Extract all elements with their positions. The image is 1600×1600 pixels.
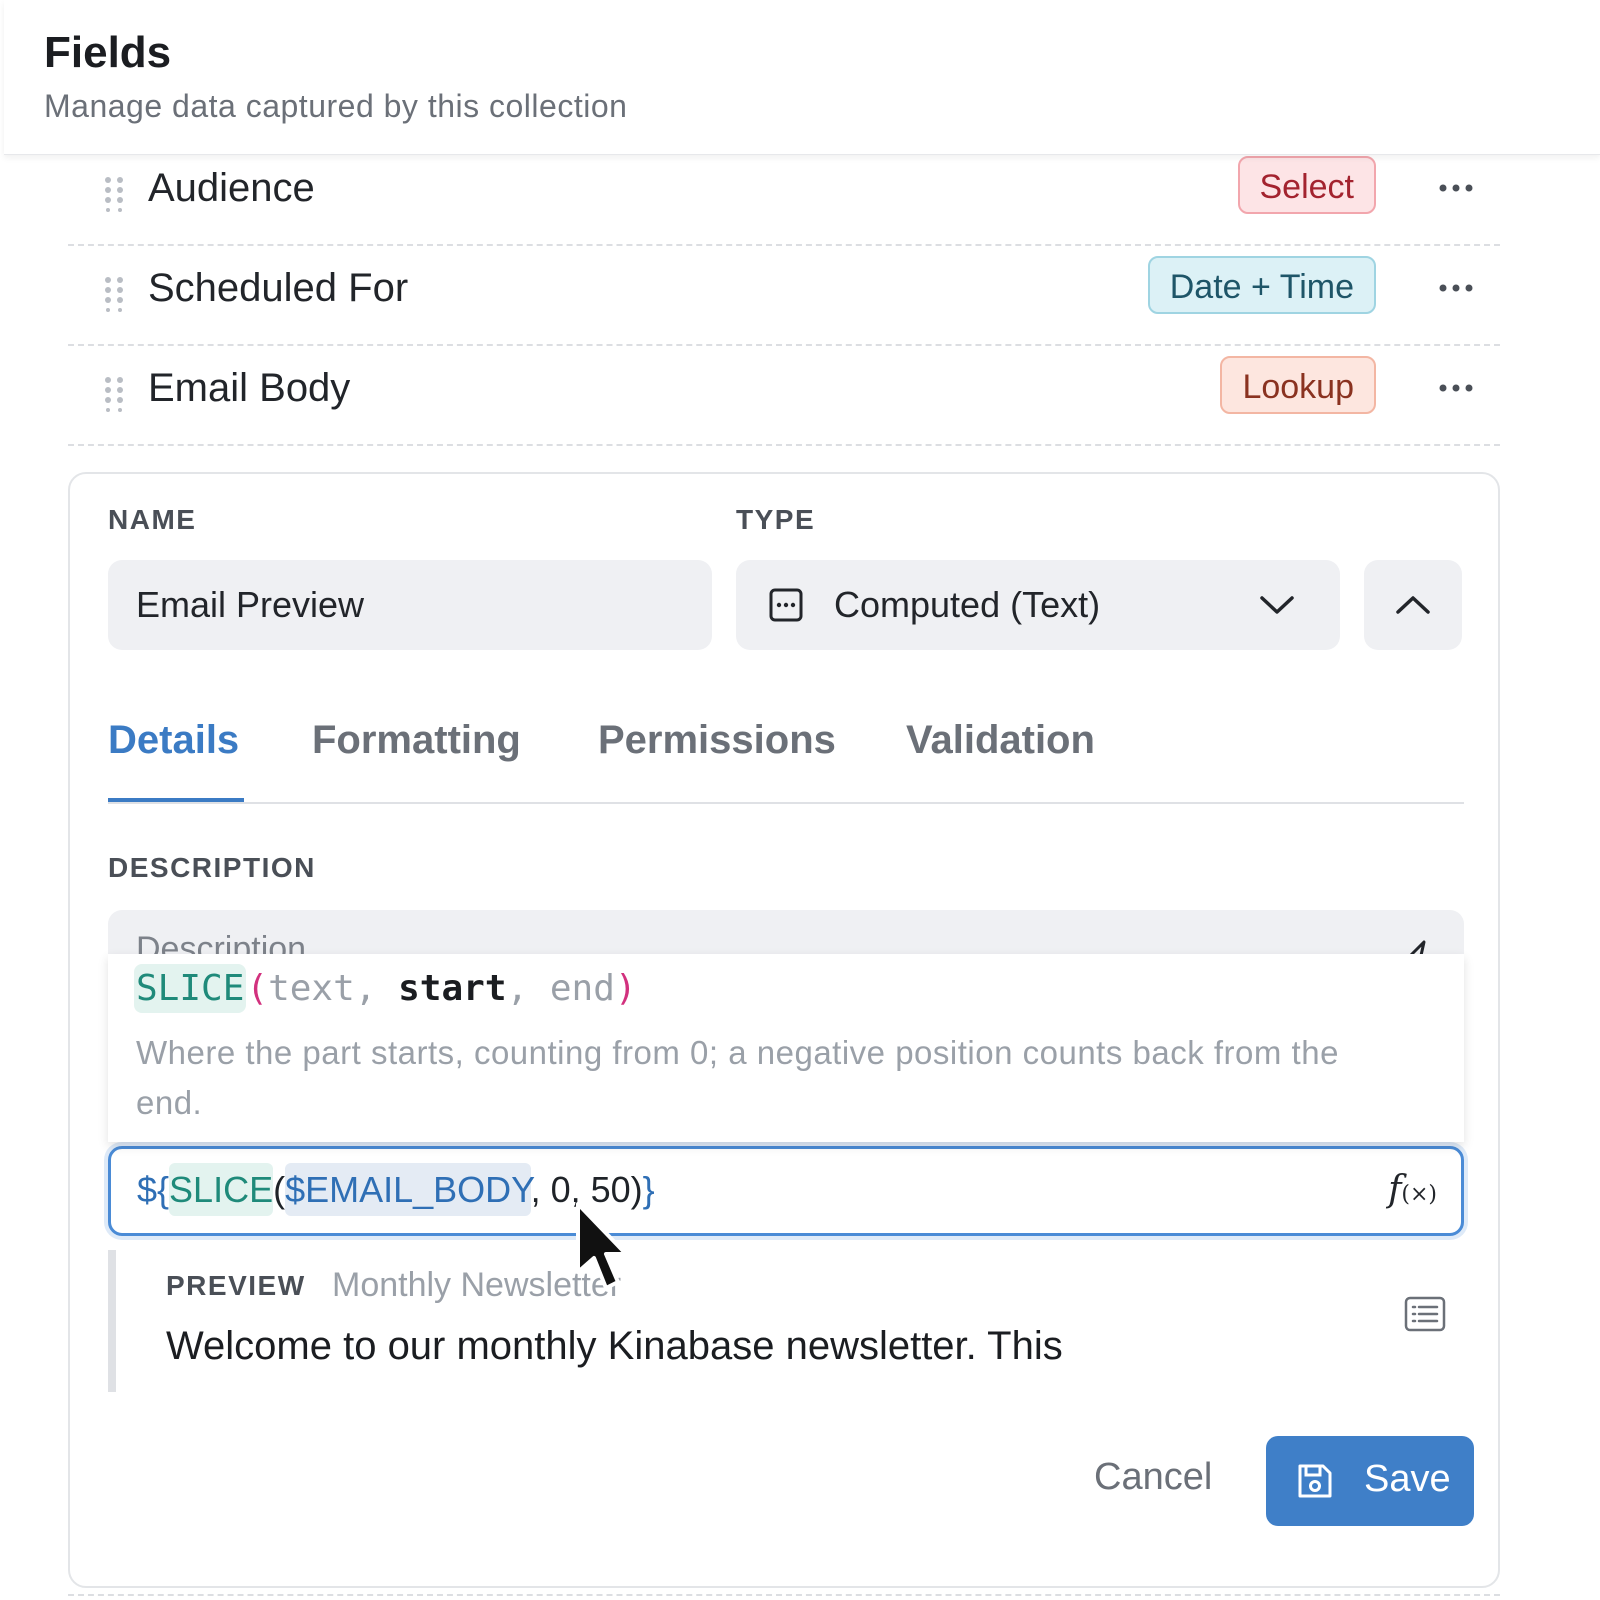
tab-formatting[interactable]: Formatting: [312, 718, 521, 763]
formula-prefix: ${: [137, 1169, 170, 1210]
field-row-email-body[interactable]: Email Body Lookup: [68, 346, 1500, 446]
field-type-badge: Lookup: [1220, 356, 1376, 414]
field-type-select[interactable]: Computed (Text): [736, 560, 1340, 650]
preview-panel: PREVIEW Monthly Newsletter Welcome to ou…: [108, 1250, 1472, 1392]
save-icon: [1298, 1464, 1332, 1498]
fx-icon[interactable]: f(×): [1388, 1169, 1437, 1210]
formula-function: SLICE: [169, 1163, 274, 1216]
more-horizontal-icon[interactable]: [1438, 270, 1474, 306]
signature-param-active: start: [398, 968, 507, 1009]
signature-function-name: SLICE: [134, 964, 247, 1013]
field-type-value: Computed (Text): [834, 584, 1101, 625]
signature-param: end: [549, 968, 615, 1009]
field-name: Scheduled For: [148, 266, 409, 310]
save-button-label: Save: [1364, 1458, 1451, 1500]
save-button[interactable]: Save: [1266, 1436, 1474, 1526]
formula-suffix: }: [642, 1169, 655, 1210]
signature-close-paren: ): [614, 968, 637, 1009]
panel-header: Fields Manage data captured by this coll…: [4, 0, 1600, 155]
field-row-audience[interactable]: Audience Select: [68, 146, 1500, 246]
chevron-up-icon: [1396, 596, 1430, 614]
field-name: Email Body: [148, 366, 351, 410]
formula-open-paren: (: [273, 1169, 286, 1210]
field-row-scheduled-for[interactable]: Scheduled For Date + Time: [68, 246, 1500, 346]
signature-open-paren: (: [246, 968, 269, 1009]
more-horizontal-icon[interactable]: [1438, 170, 1474, 206]
page-subtitle: Manage data captured by this collection: [44, 88, 628, 124]
description-label: DESCRIPTION: [108, 852, 316, 883]
function-signature: SLICE(text, start, end): [134, 964, 637, 1013]
formula-input[interactable]: ${SLICE($EMAIL_BODY, 0, 50)} f(×): [108, 1146, 1464, 1236]
field-type-badge: Date + Time: [1147, 256, 1376, 314]
editor-tabs: Details Formatting Permissions Validatio…: [108, 706, 1464, 804]
more-horizontal-icon[interactable]: [1438, 370, 1474, 406]
mouse-pointer-icon: [576, 1202, 628, 1290]
cancel-button[interactable]: Cancel: [1094, 1456, 1212, 1499]
field-name: Audience: [148, 166, 315, 210]
drag-handle-icon[interactable]: [104, 176, 124, 212]
parameter-hint: Where the part starts, counting from 0; …: [136, 1034, 1339, 1121]
type-label: TYPE: [736, 504, 816, 535]
function-signature-popup: SLICE(text, start, end) Where the part s…: [108, 954, 1464, 1142]
signature-param: text: [268, 968, 355, 1009]
chevron-down-icon: [1260, 596, 1294, 614]
tab-permissions[interactable]: Permissions: [598, 718, 836, 763]
name-label: NAME: [108, 504, 197, 535]
tab-details[interactable]: Details: [108, 718, 239, 763]
drag-handle-icon[interactable]: [104, 376, 124, 412]
preview-text: Welcome to our monthly Kinabase newslett…: [166, 1324, 1063, 1368]
preview-label: PREVIEW: [166, 1270, 306, 1301]
field-name-input[interactable]: Email Preview: [108, 560, 712, 650]
field-editor-card: NAME TYPE Email Preview Computed (Text) …: [68, 472, 1500, 1588]
computed-field-icon: [769, 588, 803, 622]
row-divider: [68, 1594, 1500, 1596]
drag-handle-icon[interactable]: [104, 276, 124, 312]
page-title: Fields: [44, 28, 172, 77]
tab-validation[interactable]: Validation: [906, 718, 1095, 763]
field-type-badge: Select: [1237, 156, 1376, 214]
active-tab-indicator: [108, 798, 244, 802]
formula-variable: $EMAIL_BODY: [285, 1163, 531, 1216]
list-view-icon[interactable]: [1404, 1296, 1446, 1332]
collapse-editor-button[interactable]: [1364, 560, 1462, 650]
